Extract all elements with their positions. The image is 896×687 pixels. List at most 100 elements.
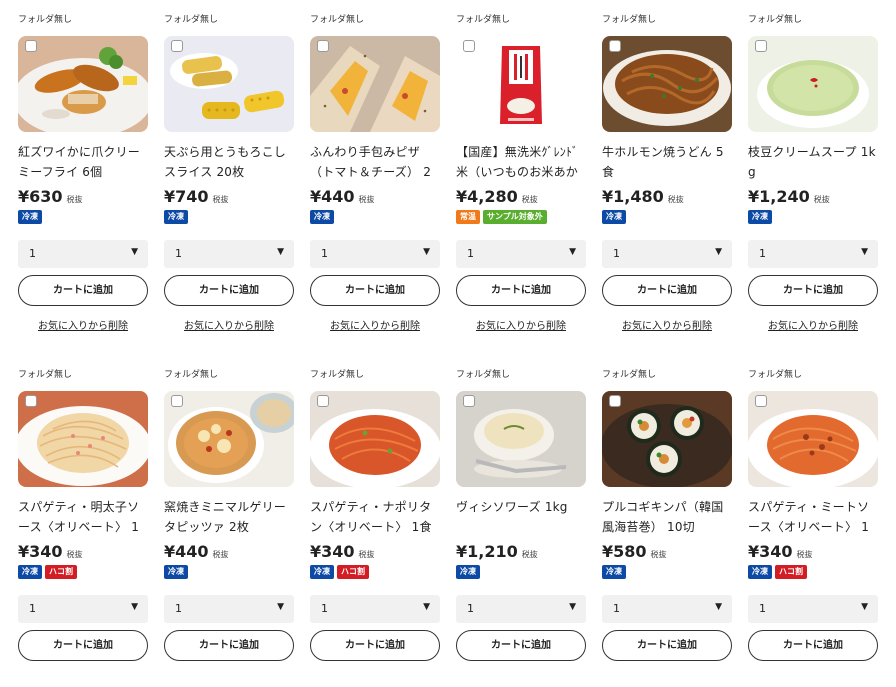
product-name[interactable]: ヴィシソワーズ 1kg: [456, 497, 588, 517]
quantity-select[interactable]: 1 ▼: [18, 240, 148, 268]
product-image[interactable]: [310, 391, 440, 487]
product-name[interactable]: 牛ホルモン焼うどん 5食: [602, 142, 734, 182]
folder-label[interactable]: フォルダ無し: [456, 12, 510, 25]
add-to-cart-button[interactable]: カートに追加: [310, 630, 440, 661]
select-checkbox[interactable]: [755, 40, 767, 52]
badge-row: 常温 サンプル対象外: [456, 210, 550, 224]
product-image[interactable]: [748, 36, 878, 132]
add-to-cart-button[interactable]: カートに追加: [164, 275, 294, 306]
remove-favorite-link[interactable]: お気に入りから削除: [18, 317, 148, 332]
quantity-select[interactable]: 1 ▼: [602, 595, 732, 623]
quantity-select[interactable]: 1 ▼: [310, 240, 440, 268]
remove-favorite-link[interactable]: お気に入りから削除: [456, 317, 586, 332]
remove-favorite-link[interactable]: お気に入りから削除: [164, 317, 294, 332]
dropdown-arrow-icon: ▼: [423, 247, 430, 257]
folder-label[interactable]: フォルダ無し: [602, 12, 656, 25]
select-checkbox[interactable]: [609, 40, 621, 52]
add-to-cart-button[interactable]: カートに追加: [18, 630, 148, 661]
product-name[interactable]: ふんわり手包みピザ（トマト＆チーズ） 2個: [310, 142, 442, 182]
select-checkbox[interactable]: [463, 40, 475, 52]
crab-cream-fry-photo: [18, 36, 148, 132]
product-card: フォルダ無し スパゲティ・ミートソース〈オリベート〉 1食 ¥340税抜冷凍ハコ割…: [748, 367, 878, 687]
dropdown-arrow-icon: ▼: [423, 602, 430, 612]
quantity-select[interactable]: 1 ▼: [18, 595, 148, 623]
meat-sauce-photo: [748, 391, 878, 487]
product-image[interactable]: [18, 36, 148, 132]
folder-label[interactable]: フォルダ無し: [18, 12, 72, 25]
quantity-select[interactable]: 1 ▼: [164, 595, 294, 623]
quantity-value: 1: [29, 602, 36, 615]
yen-sign: ¥: [310, 542, 322, 561]
quantity-select[interactable]: 1 ▼: [164, 240, 294, 268]
add-to-cart-button[interactable]: カートに追加: [310, 275, 440, 306]
product-image[interactable]: [602, 36, 732, 132]
quantity-value: 1: [467, 247, 474, 260]
add-to-cart-button[interactable]: カートに追加: [602, 275, 732, 306]
product-image[interactable]: [602, 391, 732, 487]
yen-sign: ¥: [18, 542, 30, 561]
product-price: ¥1,480 税抜: [602, 187, 684, 206]
napolitan-photo: [310, 391, 440, 487]
badge-row: 冷凍: [602, 210, 629, 224]
add-to-cart-button[interactable]: カートに追加: [18, 275, 148, 306]
folder-label[interactable]: フォルダ無し: [18, 367, 72, 380]
select-checkbox[interactable]: [25, 395, 37, 407]
add-to-cart-button[interactable]: カートに追加: [602, 630, 732, 661]
product-name[interactable]: 天ぷら用とうもろこしスライス 20枚: [164, 142, 296, 182]
quantity-select[interactable]: 1 ▼: [602, 240, 732, 268]
folder-label[interactable]: フォルダ無し: [602, 367, 656, 380]
select-checkbox[interactable]: [317, 395, 329, 407]
dropdown-arrow-icon: ▼: [131, 602, 138, 612]
add-to-cart-button[interactable]: カートに追加: [748, 275, 878, 306]
product-name[interactable]: スパゲティ・ナポリタン〈オリベート〉 1食: [310, 497, 442, 537]
select-checkbox[interactable]: [609, 395, 621, 407]
product-card: フォルダ無し プルコギキンパ（韓国風海苔巻） 10切 ¥580 税抜 冷凍 1 ▼ カートに…: [602, 367, 732, 687]
product-image[interactable]: [456, 36, 586, 132]
product-image[interactable]: [748, 391, 878, 487]
select-checkbox[interactable]: [171, 395, 183, 407]
quantity-select[interactable]: 1 ▼: [456, 240, 586, 268]
quantity-value: 1: [613, 602, 620, 615]
add-to-cart-button[interactable]: カートに追加: [748, 630, 878, 661]
price-amount: 1,480: [613, 187, 664, 206]
quantity-select[interactable]: 1 ▼: [456, 595, 586, 623]
quantity-select[interactable]: 1 ▼: [748, 240, 878, 268]
folder-label[interactable]: フォルダ無し: [748, 12, 802, 25]
product-name[interactable]: 枝豆クリームスープ 1kg: [748, 142, 880, 182]
badge-frozen: 冷凍: [748, 210, 772, 224]
remove-favorite-link[interactable]: お気に入りから削除: [748, 317, 878, 332]
product-image[interactable]: [164, 391, 294, 487]
select-checkbox[interactable]: [171, 40, 183, 52]
quantity-select[interactable]: 1 ▼: [310, 595, 440, 623]
folder-label[interactable]: フォルダ無し: [164, 367, 218, 380]
product-price: ¥1,210 税抜: [456, 542, 538, 561]
add-to-cart-button[interactable]: カートに追加: [456, 275, 586, 306]
add-to-cart-button[interactable]: カートに追加: [456, 630, 586, 661]
select-checkbox[interactable]: [25, 40, 37, 52]
folder-label[interactable]: フォルダ無し: [748, 367, 802, 380]
folder-label[interactable]: フォルダ無し: [164, 12, 218, 25]
product-card: フォルダ無し ふんわり手包みピザ（トマト＆チーズ） 2個¥440税抜冷凍1▼カー…: [310, 12, 440, 332]
folder-label[interactable]: フォルダ無し: [310, 367, 364, 380]
product-name[interactable]: 【国産】無洗米ｸﾞﾚﾝﾄﾞ米（いつものお米あかふ…: [456, 142, 588, 182]
remove-favorite-link[interactable]: お気に入りから削除: [310, 317, 440, 332]
product-image[interactable]: [164, 36, 294, 132]
folder-label[interactable]: フォルダ無し: [456, 367, 510, 380]
product-name[interactable]: 窯焼きミニマルゲリータピッツァ 2枚: [164, 497, 296, 537]
product-price: ¥630 税抜: [18, 187, 83, 206]
product-name[interactable]: プルコギキンパ（韓国風海苔巻） 10切: [602, 497, 734, 537]
add-to-cart-button[interactable]: カートに追加: [164, 630, 294, 661]
product-image[interactable]: [456, 391, 586, 487]
select-checkbox[interactable]: [463, 395, 475, 407]
select-checkbox[interactable]: [755, 395, 767, 407]
product-image[interactable]: [310, 36, 440, 132]
product-name[interactable]: スパゲティ・ミートソース〈オリベート〉 1食: [748, 497, 880, 537]
product-name[interactable]: 紅ズワイかに爪クリーミーフライ 6個: [18, 142, 150, 182]
product-image[interactable]: [18, 391, 148, 487]
select-checkbox[interactable]: [317, 40, 329, 52]
product-name[interactable]: スパゲティ・明太子ソース〈オリベート〉 1食: [18, 497, 150, 537]
tax-label: 税抜: [66, 550, 83, 559]
quantity-select[interactable]: 1 ▼: [748, 595, 878, 623]
folder-label[interactable]: フォルダ無し: [310, 12, 364, 25]
remove-favorite-link[interactable]: お気に入りから削除: [602, 317, 732, 332]
